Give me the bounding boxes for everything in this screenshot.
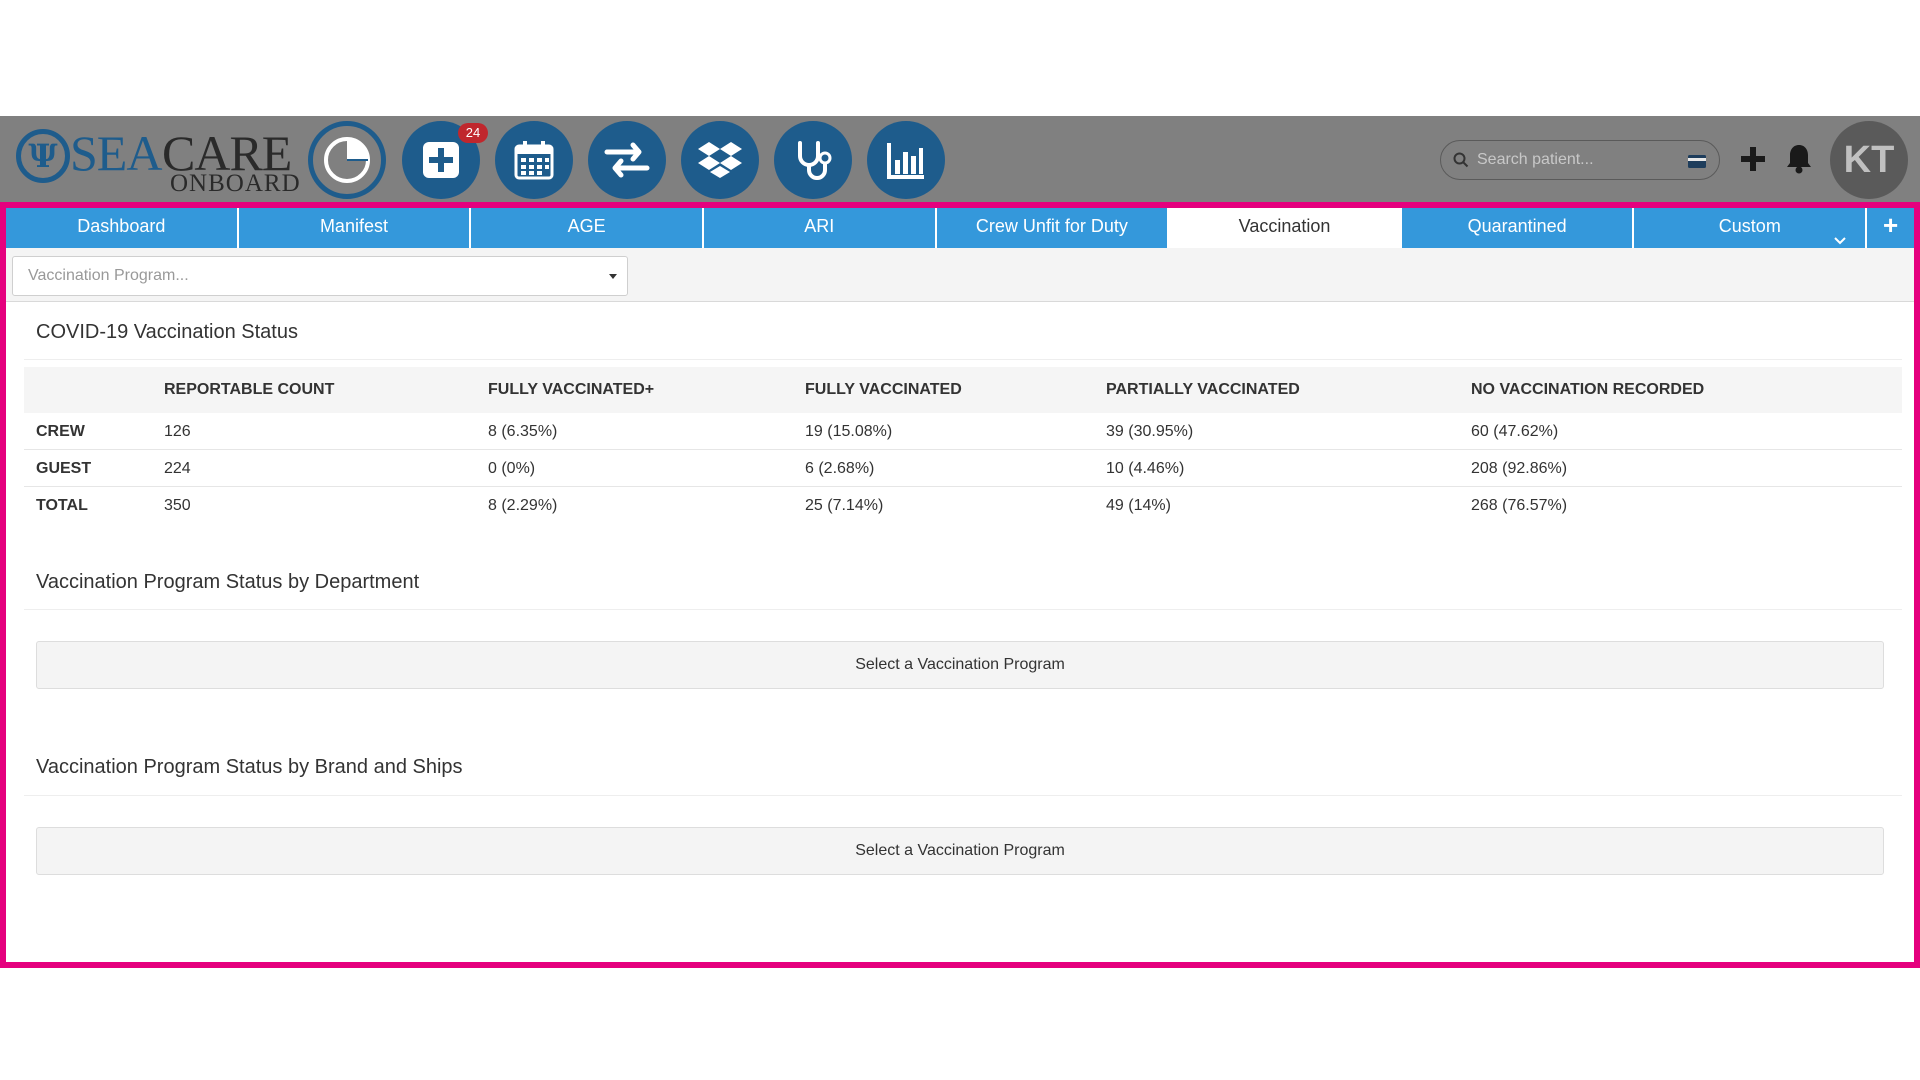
covid-status-title: COVID-19 Vaccination Status <box>36 321 298 343</box>
table-cell: 8 (6.35%) <box>488 423 558 440</box>
tab-quarantined[interactable]: Quarantined <box>1401 208 1635 248</box>
trident-emblem-icon: Ψ <box>16 129 70 183</box>
top-app-bar: Ψ SEA CARE ONBOARD 24 KT <box>0 116 1920 202</box>
search-icon <box>1453 152 1469 173</box>
table-cell: 60 (47.62%) <box>1471 423 1559 440</box>
user-avatar[interactable]: KT <box>1830 121 1908 199</box>
row-label: GUEST <box>36 460 92 477</box>
logo-text-sea: SEA <box>70 125 162 181</box>
divider <box>24 609 1902 610</box>
tab-crew-unfit-for-duty[interactable]: Crew Unfit for Duty <box>936 208 1170 248</box>
table-cell: 19 (15.08%) <box>805 423 893 440</box>
vaccination-program-select[interactable]: Vaccination Program... <box>12 256 628 296</box>
table-cell: 0 (0%) <box>488 460 536 477</box>
tab-ari[interactable]: ARI <box>703 208 937 248</box>
table-cell: 25 (7.14%) <box>805 497 884 514</box>
covid-status-table: REPORTABLE COUNT FULLY VACCINATED+ FULLY… <box>24 367 1902 524</box>
column-header: PARTIALLY VACCINATED <box>1106 381 1300 398</box>
table-row: CREW 126 8 (6.35%) 19 (15.08%) 39 (30.95… <box>24 413 1902 450</box>
dropbox-icon[interactable] <box>681 121 759 199</box>
caret-down-icon <box>609 274 617 279</box>
dashboard-tabs: Dashboard Manifest AGE ARI Crew Unfit fo… <box>6 208 1915 248</box>
table-row: GUEST 224 0 (0%) 6 (2.68%) 10 (4.46%) 20… <box>24 450 1902 487</box>
main-panel: Dashboard Manifest AGE ARI Crew Unfit fo… <box>0 202 1920 968</box>
table-cell: 350 <box>164 497 191 514</box>
column-header: FULLY VACCINATED+ <box>488 381 655 398</box>
table-row: TOTAL 350 8 (2.29%) 25 (7.14%) 49 (14%) … <box>24 487 1902 524</box>
tab-manifest[interactable]: Manifest <box>238 208 472 248</box>
tab-vaccination[interactable]: Vaccination <box>1169 208 1402 248</box>
table-cell: 224 <box>164 460 191 477</box>
table-cell: 268 (76.57%) <box>1471 497 1568 514</box>
brand-ships-program-placeholder: Select a Vaccination Program <box>36 827 1884 875</box>
table-cell: 208 (92.86%) <box>1471 460 1568 477</box>
department-program-placeholder: Select a Vaccination Program <box>36 641 1884 689</box>
divider <box>24 359 1902 360</box>
table-cell: 6 (2.68%) <box>805 460 875 477</box>
add-icon[interactable] <box>1738 144 1768 174</box>
tab-custom[interactable]: Custom <box>1634 208 1868 248</box>
vaccination-program-placeholder: Vaccination Program... <box>28 267 189 284</box>
table-cell: 49 (14%) <box>1106 497 1171 514</box>
add-tab-button[interactable]: + <box>1867 208 1915 248</box>
row-label: CREW <box>36 423 85 440</box>
brand-ships-status-title: Vaccination Program Status by Brand and … <box>36 756 463 778</box>
dashboard-pie-icon[interactable] <box>308 121 386 199</box>
column-header: FULLY VACCINATED <box>805 381 962 398</box>
bell-icon[interactable] <box>1784 142 1814 174</box>
tab-custom-label: Custom <box>1718 216 1781 236</box>
table-cell: 126 <box>164 423 191 440</box>
id-card-icon[interactable] <box>1687 154 1707 174</box>
stethoscope-icon[interactable] <box>774 121 852 199</box>
column-header: REPORTABLE COUNT <box>164 381 335 398</box>
bar-chart-icon[interactable] <box>867 121 945 199</box>
search-input[interactable] <box>1477 147 1667 173</box>
table-cell: 10 (4.46%) <box>1106 460 1185 477</box>
tab-dashboard[interactable]: Dashboard <box>6 208 239 248</box>
table-cell: 8 (2.29%) <box>488 497 558 514</box>
calendar-icon[interactable] <box>495 121 573 199</box>
vaccination-content: COVID-19 Vaccination Status REPORTABLE C… <box>6 303 1914 961</box>
medical-add-icon[interactable]: 24 <box>402 121 488 199</box>
filter-bar: Vaccination Program... <box>6 248 1914 302</box>
logo-text-onboard: ONBOARD <box>170 170 301 197</box>
tab-age[interactable]: AGE <box>471 208 704 248</box>
table-header-row: REPORTABLE COUNT FULLY VACCINATED+ FULLY… <box>24 367 1902 413</box>
column-header: NO VACCINATION RECORDED <box>1471 381 1705 398</box>
notification-count-badge: 24 <box>458 123 488 143</box>
patient-search[interactable] <box>1440 140 1720 180</box>
department-status-title: Vaccination Program Status by Department <box>36 571 420 593</box>
divider <box>24 795 1902 796</box>
table-cell: 39 (30.95%) <box>1106 423 1194 440</box>
seacare-logo[interactable]: Ψ SEA CARE ONBOARD <box>14 121 304 197</box>
row-label: TOTAL <box>36 497 88 514</box>
transfer-arrows-icon[interactable] <box>588 121 666 199</box>
